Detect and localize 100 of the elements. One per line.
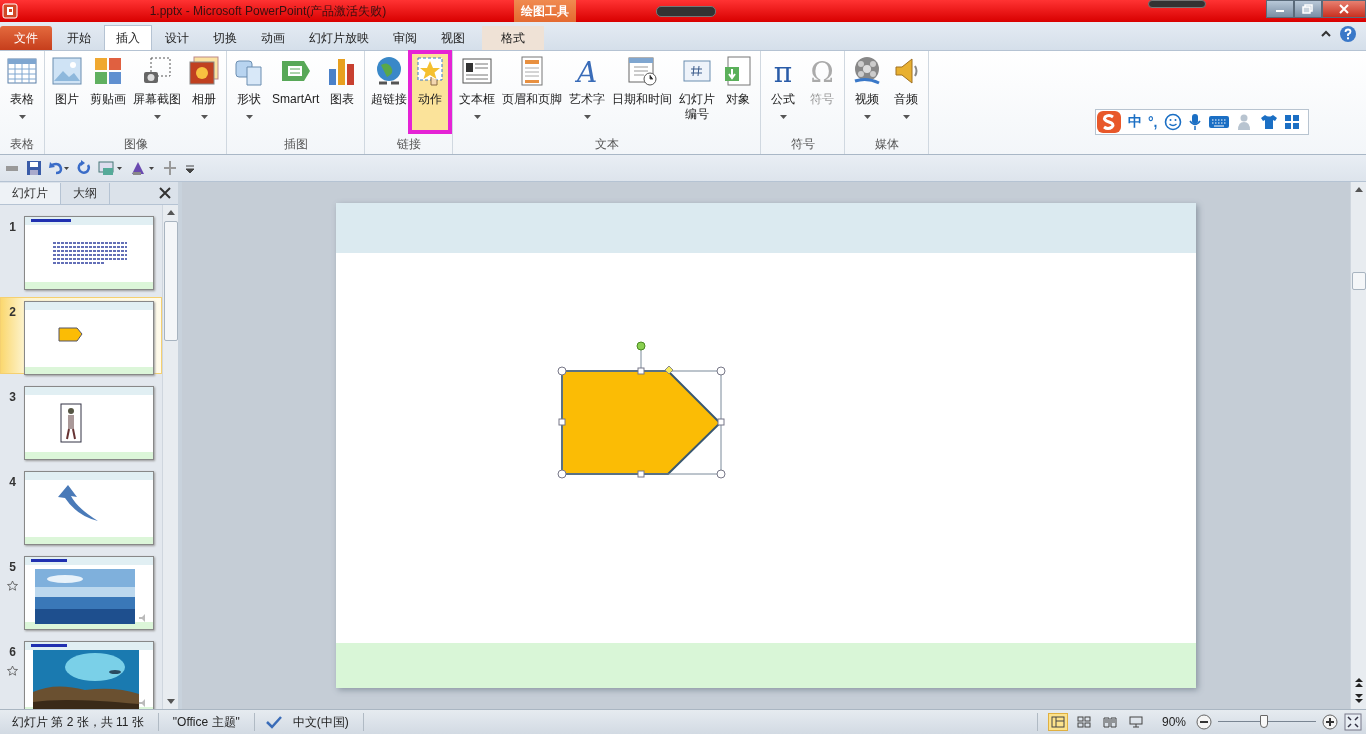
ribbon-button[interactable]: 表格 — [3, 53, 41, 131]
spell-check-icon[interactable] — [264, 715, 283, 729]
letter-icon: A — [571, 55, 604, 87]
zoom-in-icon[interactable] — [1322, 714, 1338, 730]
ribbon-button[interactable]: 图片 — [48, 53, 86, 131]
input-method-logo-icon[interactable] — [1096, 110, 1122, 134]
normal-view-icon — [1050, 716, 1065, 728]
zoom-slider-thumb[interactable] — [1260, 715, 1269, 728]
meter-icon — [656, 5, 716, 17]
selection-handles[interactable] — [557, 341, 726, 479]
slide-thumbnail-row[interactable]: 5 — [0, 552, 162, 629]
group-label: 符号 — [789, 136, 816, 153]
ribbon-tab[interactable]: 审阅 — [382, 26, 428, 50]
ribbon-button[interactable]: 屏幕截图 — [130, 53, 184, 131]
slide-number: 1 — [9, 220, 16, 234]
language[interactable]: 中文(中国) — [288, 713, 353, 731]
restore-button[interactable] — [1294, 0, 1322, 18]
omega-icon: Ω — [806, 55, 839, 87]
ribbon-button[interactable]: 页眉和页脚 — [499, 53, 566, 131]
slide-thumbnail-row[interactable]: 2 — [0, 297, 162, 374]
ribbon-button[interactable]: 相册 — [185, 53, 223, 131]
ribbon-button[interactable]: 形状 — [230, 53, 268, 131]
view-button[interactable] — [1047, 713, 1068, 731]
scrollbar[interactable] — [162, 205, 178, 709]
smiley-icon[interactable] — [1163, 113, 1182, 131]
slide-thumbnail-row[interactable]: 6 — [0, 637, 162, 709]
shirt-icon[interactable] — [1259, 113, 1278, 131]
ribbon-tab[interactable]: 插入 — [104, 25, 152, 50]
minimize-button[interactable] — [1266, 0, 1294, 18]
ribbon-button[interactable]: 对象 — [719, 53, 758, 131]
input-mode-toggle[interactable]: 中 — [1128, 113, 1142, 131]
scroll-down-icon[interactable] — [165, 697, 176, 705]
ribbon-button[interactable]: 图表 — [323, 53, 362, 131]
slide-number: 2 — [9, 305, 16, 319]
scrollbar[interactable] — [1350, 182, 1366, 709]
photo-album-icon — [188, 55, 220, 87]
next-slide-icon[interactable] — [1353, 693, 1364, 705]
close-icon — [1338, 4, 1350, 14]
restore-icon — [1302, 4, 1314, 14]
close-icon[interactable] — [159, 187, 171, 199]
ribbon-tab[interactable]: 开始 — [56, 26, 102, 50]
ribbon-button[interactable]: 文本框 — [456, 53, 499, 131]
ribbon-tab[interactable]: 切换 — [202, 26, 248, 50]
panel-tab[interactable]: 幻灯片 — [0, 182, 61, 204]
reading-view-icon — [1102, 716, 1117, 728]
slide-thumbnail-row[interactable]: 1 — [0, 212, 162, 289]
ribbon-button[interactable]: 音频 — [887, 53, 926, 131]
previous-slide-icon[interactable] — [1353, 677, 1364, 689]
zoom-slider[interactable] — [1218, 714, 1316, 730]
slide-thumbnail-row[interactable]: 4 — [0, 467, 162, 544]
group-label: 链接 — [395, 136, 422, 153]
table-icon — [6, 55, 38, 87]
grid-icon[interactable] — [1283, 114, 1300, 130]
close-button[interactable] — [1322, 0, 1366, 18]
ribbon-button[interactable]: 超链接 — [368, 53, 411, 131]
app-icon — [2, 3, 18, 19]
ribbon-tab[interactable]: 格式 — [482, 26, 544, 50]
ribbon-button[interactable]: 幻灯片编号 — [676, 53, 719, 131]
zoom-out-icon[interactable] — [1196, 714, 1212, 730]
redo-icon[interactable] — [76, 160, 92, 176]
scroll-thumb[interactable] — [163, 221, 178, 341]
ribbon-tab[interactable]: 视图 — [430, 26, 476, 50]
ribbon-button[interactable]: 日期和时间 — [609, 53, 676, 131]
ribbon-tab[interactable]: 幻灯片放映 — [298, 26, 380, 50]
slideshow-toolbar-icon[interactable] — [98, 160, 124, 176]
save-icon[interactable] — [26, 160, 42, 176]
ribbon-button[interactable]: 动作 — [411, 53, 450, 131]
ribbon-button[interactable]: 视频 — [848, 53, 887, 131]
slide-number: 4 — [9, 475, 16, 489]
panel-tab[interactable]: 大纲 — [61, 182, 110, 204]
group-label: 插图 — [282, 136, 309, 153]
help-icon[interactable] — [1339, 25, 1357, 43]
fit-to-window-icon[interactable] — [1344, 713, 1362, 731]
meter-icon — [1148, 0, 1206, 8]
pi-icon: π — [767, 55, 800, 87]
ribbon-button[interactable]: SmartArt — [269, 53, 323, 131]
scroll-up-icon[interactable] — [1353, 186, 1364, 194]
ribbon-tab[interactable]: 设计 — [154, 26, 200, 50]
group-label: 图像 — [122, 136, 149, 153]
text-box-icon — [461, 55, 494, 87]
ribbon-button[interactable]: π 公式 — [764, 53, 803, 131]
ribbon-button[interactable]: A 艺术字 — [566, 53, 609, 131]
slideshow-icon — [1128, 716, 1143, 728]
ribbon-button[interactable]: 剪贴画 — [87, 53, 129, 131]
slide-number: 6 — [9, 645, 16, 659]
undo-icon[interactable] — [48, 160, 70, 176]
keyboard-icon[interactable] — [1207, 114, 1230, 130]
zoom-level[interactable]: 90% — [1157, 715, 1190, 729]
punctuation-toggle[interactable]: °, — [1148, 114, 1158, 130]
ribbon-tab[interactable]: 动画 — [250, 26, 296, 50]
slide-number: 3 — [9, 390, 16, 404]
scroll-thumb[interactable] — [1351, 272, 1366, 290]
group-label: 媒体 — [873, 136, 900, 153]
theme-name: "Office 主题" — [171, 713, 241, 731]
slide-thumbnail-row[interactable]: 3 — [0, 382, 162, 459]
shape-tool-icon[interactable] — [130, 160, 156, 176]
ribbon-tab[interactable]: 文件 — [0, 26, 52, 50]
window-title: 1.pptx - Microsoft PowerPoint(产品激活失败) — [149, 2, 387, 20]
microphone-icon[interactable] — [1187, 113, 1202, 131]
scroll-up-icon[interactable] — [165, 209, 176, 217]
